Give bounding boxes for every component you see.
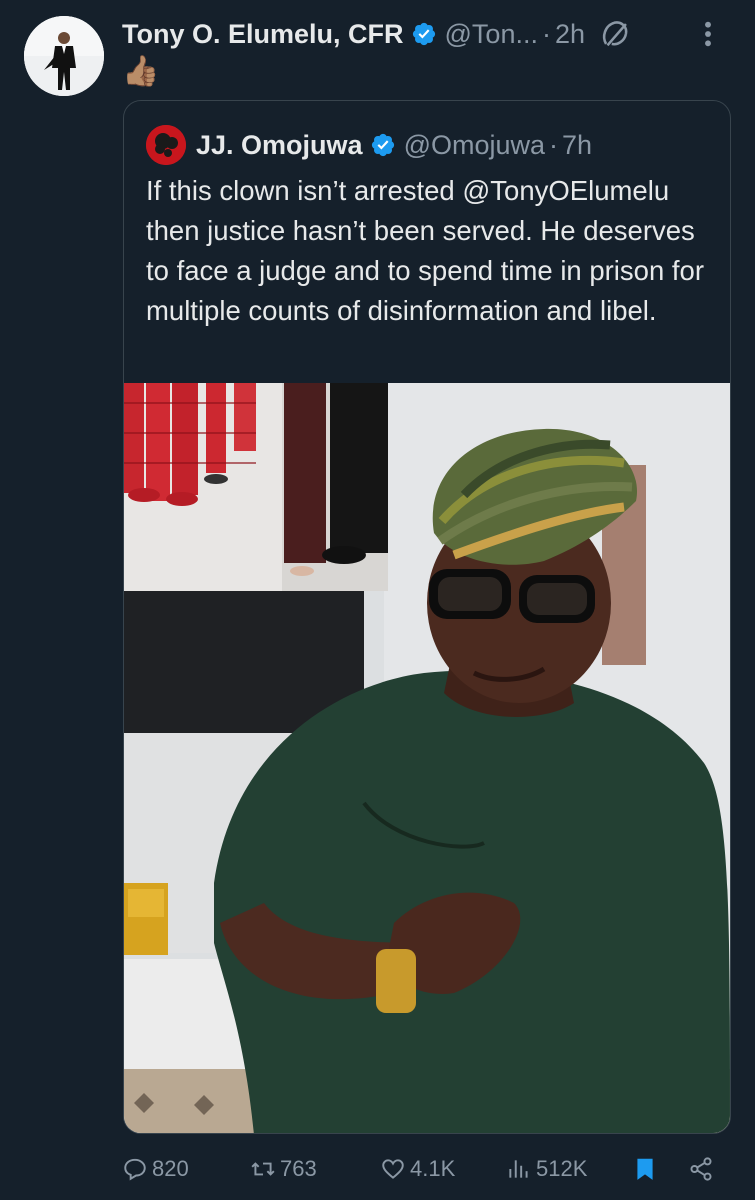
quoted-author-name[interactable]: JJ. Omojuwa bbox=[196, 130, 363, 161]
views-count: 512K bbox=[536, 1156, 588, 1181]
like-icon bbox=[382, 1159, 404, 1179]
repost-icon bbox=[251, 1162, 275, 1176]
author-name[interactable]: Tony O. Elumelu, CFR bbox=[122, 19, 404, 50]
repost-count: 763 bbox=[280, 1156, 317, 1181]
share-icon bbox=[690, 1157, 712, 1181]
post-header: Tony O. Elumelu, CFR @Ton... · 2h bbox=[122, 14, 735, 54]
grok-icon[interactable] bbox=[599, 17, 633, 51]
author-handle[interactable]: @Ton... bbox=[445, 19, 538, 50]
quoted-header-separator: · bbox=[549, 129, 559, 160]
like-count: 4.1K bbox=[410, 1156, 456, 1181]
quoted-author-handle[interactable]: @Omojuwa bbox=[404, 130, 545, 161]
author-avatar[interactable] bbox=[24, 16, 104, 96]
header-separator: · bbox=[541, 18, 551, 49]
verified-badge-icon bbox=[412, 22, 435, 46]
action-bar: 820 763 4.1K 512K bbox=[122, 1147, 737, 1191]
bookmark-button[interactable] bbox=[632, 1156, 662, 1182]
quoted-author-avatar[interactable] bbox=[146, 125, 186, 165]
quoted-post-time[interactable]: 7h bbox=[562, 130, 592, 161]
views-icon bbox=[509, 1160, 528, 1178]
reply-button[interactable]: 820 bbox=[122, 1156, 189, 1182]
reply-icon bbox=[124, 1158, 146, 1181]
post-time[interactable]: 2h bbox=[555, 19, 585, 50]
bookmark-icon bbox=[637, 1158, 653, 1180]
quoted-post-text: If this clown isn’t arrested @TonyOElume… bbox=[146, 175, 704, 326]
repost-button[interactable]: 763 bbox=[250, 1156, 317, 1182]
more-icon[interactable] bbox=[695, 18, 721, 50]
quoted-header: JJ. Omojuwa @Omojuwa · 7h bbox=[146, 123, 592, 167]
verified-badge-icon bbox=[371, 133, 394, 157]
share-button[interactable] bbox=[688, 1156, 718, 1182]
quoted-media-image[interactable] bbox=[124, 383, 730, 1133]
tweet[interactable]: Tony O. Elumelu, CFR @Ton... · 2h 👍🏽 JJ.… bbox=[0, 0, 755, 1200]
reply-count: 820 bbox=[152, 1156, 189, 1181]
views-button[interactable]: 512K bbox=[506, 1156, 587, 1182]
like-button[interactable]: 4.1K bbox=[380, 1156, 455, 1182]
post-text: 👍🏽 bbox=[122, 55, 160, 88]
quoted-post[interactable]: JJ. Omojuwa @Omojuwa · 7h If this clown … bbox=[123, 100, 731, 1134]
